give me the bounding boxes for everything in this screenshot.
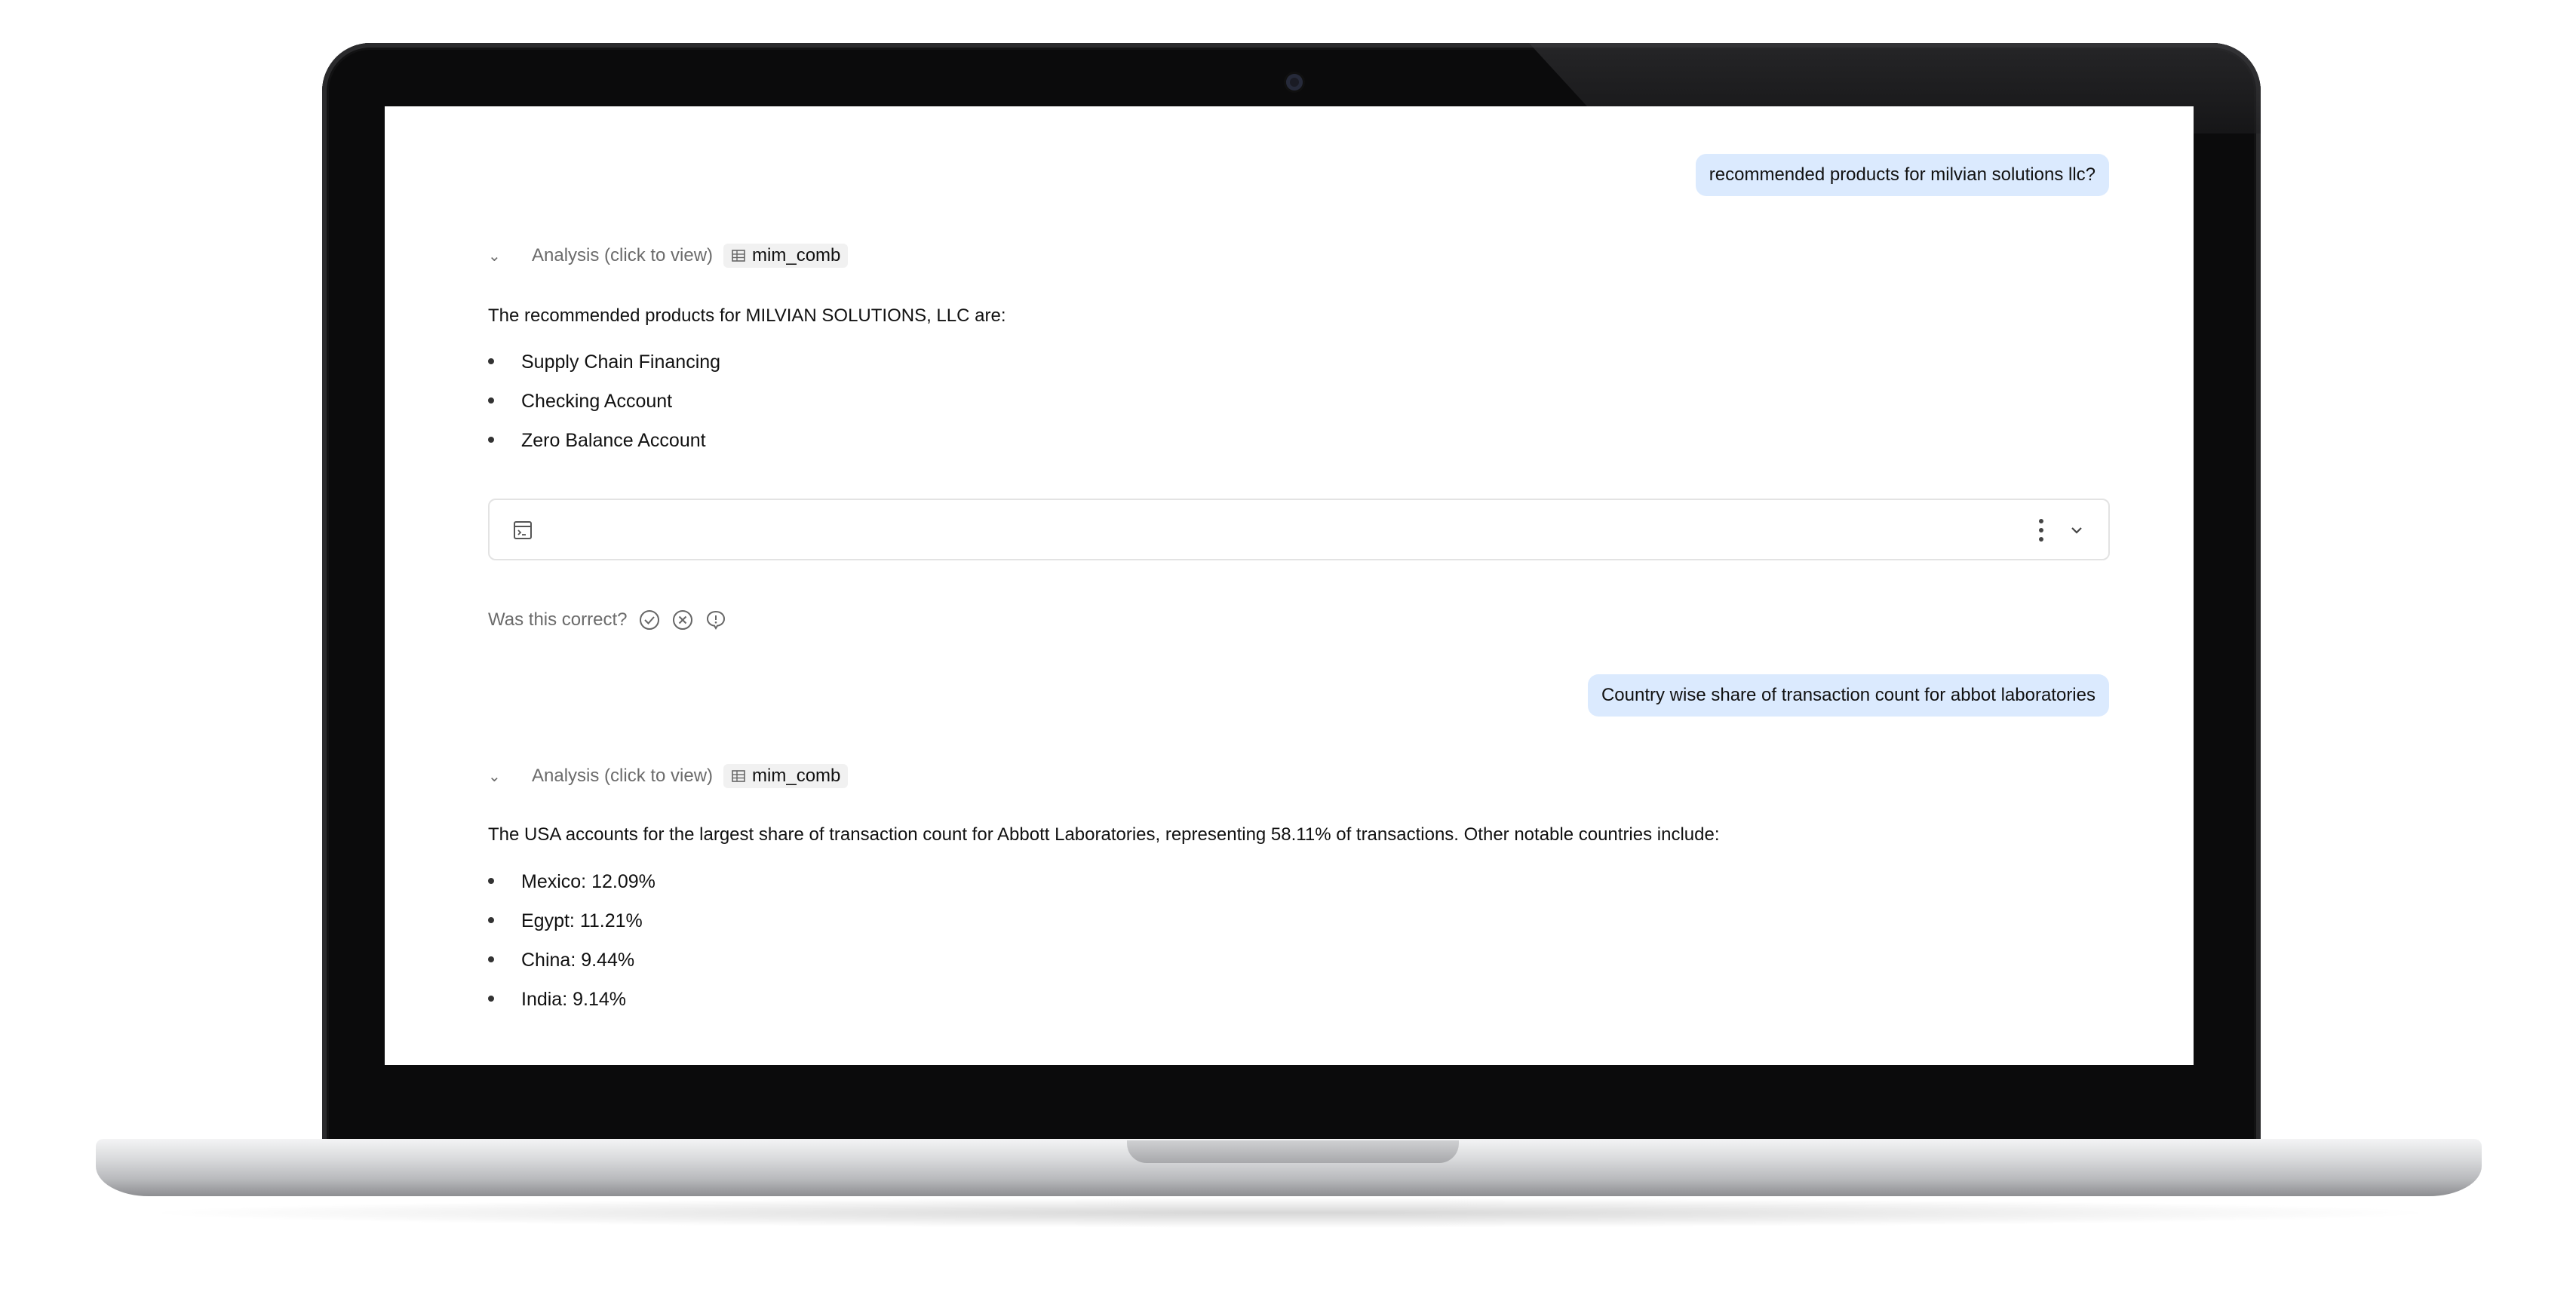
- result-card[interactable]: [488, 499, 2110, 560]
- more-vertical-icon[interactable]: [2036, 517, 2046, 544]
- analysis-toggle[interactable]: ⌄ Analysis (click to view) mim_comb: [488, 761, 849, 791]
- chevron-down-icon[interactable]: [2068, 521, 2086, 539]
- feedback-row: Was this correct?: [488, 605, 727, 635]
- answer-intro: The recommended products for MILVIAN SOL…: [488, 305, 1006, 326]
- tool-chip[interactable]: mim_comb: [723, 244, 849, 268]
- chat-screen: recommended products for milvian solutio…: [385, 106, 2194, 1065]
- tool-name: mim_comb: [752, 766, 841, 786]
- analysis-toggle[interactable]: ⌄ Analysis (click to view) mim_comb: [488, 241, 849, 271]
- chevron-down-icon[interactable]: ⌄: [488, 247, 509, 265]
- x-circle-icon[interactable]: [671, 609, 694, 631]
- feedback-prompt: Was this correct?: [488, 609, 628, 630]
- user-message-bubble: Country wise share of transaction count …: [1587, 674, 2109, 717]
- laptop-shadow: [136, 1198, 2444, 1228]
- laptop-hinge-notch: [1127, 1140, 1459, 1163]
- analysis-label[interactable]: Analysis (click to view): [532, 245, 713, 266]
- list-item: Egypt: 11.21%: [488, 901, 656, 941]
- comment-icon[interactable]: [705, 609, 727, 631]
- chevron-down-icon[interactable]: ⌄: [488, 767, 509, 786]
- list-item: Zero Balance Account: [488, 421, 720, 460]
- check-circle-icon[interactable]: [638, 609, 661, 631]
- terminal-table-icon[interactable]: [512, 520, 533, 541]
- list-item: Checking Account: [488, 382, 720, 421]
- list-item: India: 9.14%: [488, 980, 656, 1019]
- tool-chip[interactable]: mim_comb: [723, 764, 849, 788]
- list-item: Supply Chain Financing: [488, 342, 720, 382]
- table-icon: [732, 770, 745, 782]
- tool-name: mim_comb: [752, 245, 841, 265]
- list-item: China: 9.44%: [488, 941, 656, 980]
- table-icon: [732, 250, 745, 262]
- analysis-label[interactable]: Analysis (click to view): [532, 766, 713, 787]
- answer-intro: The USA accounts for the largest share o…: [488, 824, 1720, 845]
- user-message-bubble: recommended products for milvian solutio…: [1695, 154, 2109, 196]
- list-item: Mexico: 12.09%: [488, 862, 656, 901]
- country-share-list: Mexico: 12.09% Egypt: 11.21% China: 9.44…: [488, 862, 656, 1019]
- camera-icon: [1286, 74, 1303, 91]
- recommended-products-list: Supply Chain Financing Checking Account …: [488, 342, 720, 460]
